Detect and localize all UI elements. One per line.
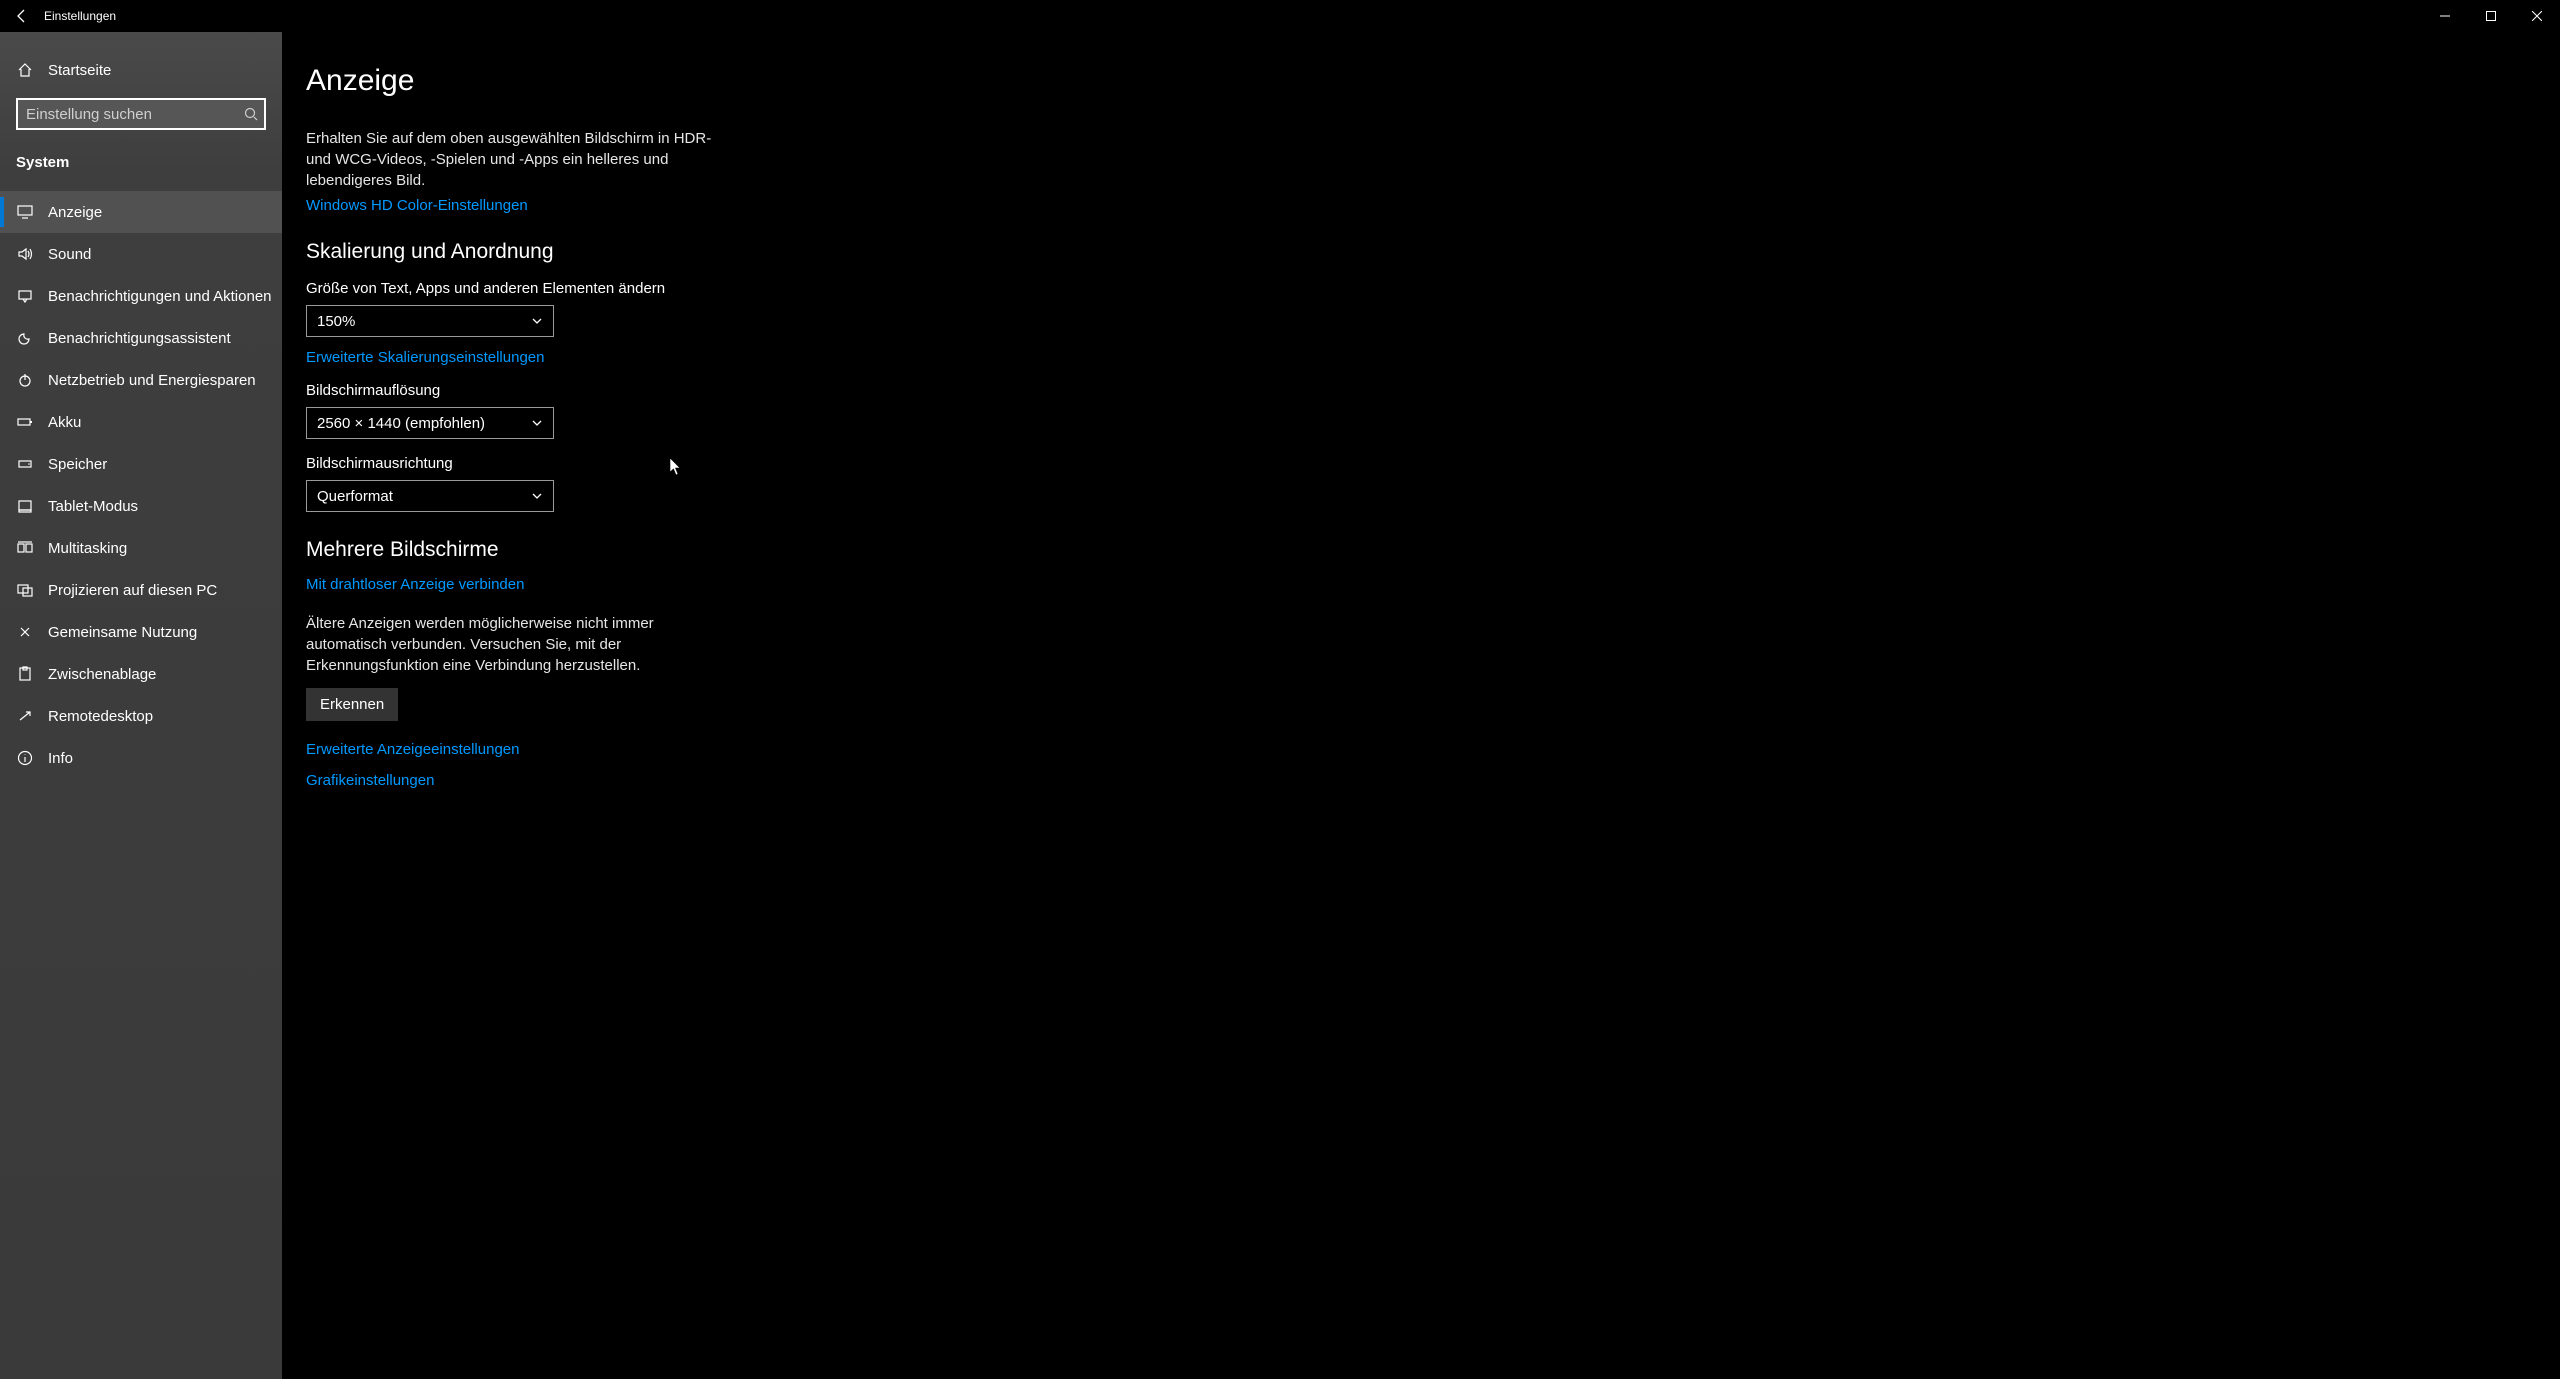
scaling-heading: Skalierung und Anordnung <box>306 240 1006 264</box>
focus-assist-icon <box>16 330 34 346</box>
sidebar-item-label: Benachrichtigungen und Aktionen <box>48 288 272 305</box>
shared-icon <box>16 624 34 640</box>
close-button[interactable] <box>2514 0 2560 32</box>
sound-icon <box>16 246 34 262</box>
hdr-settings-link[interactable]: Windows HD Color-Einstellungen <box>306 197 528 214</box>
chevron-down-icon <box>531 315 543 327</box>
sidebar-item-multitasking[interactable]: Multitasking <box>0 527 282 569</box>
sidebar-nav: Anzeige Sound Benachrichtigungen und Aktio… <box>0 191 282 779</box>
advanced-display-link[interactable]: Erweiterte Anzeigeeinstellungen <box>306 741 1006 758</box>
orientation-label: Bildschirmausrichtung <box>306 455 1006 472</box>
detect-description: Ältere Anzeigen werden möglicherweise ni… <box>306 613 726 676</box>
orientation-value: Querformat <box>317 488 393 505</box>
resolution-dropdown[interactable]: 2560 × 1440 (empfohlen) <box>306 407 554 439</box>
minimize-button[interactable] <box>2422 0 2468 32</box>
back-button[interactable] <box>0 0 44 32</box>
storage-icon <box>16 456 34 472</box>
graphics-settings-link[interactable]: Grafikeinstellungen <box>306 772 1006 789</box>
titlebar: Einstellungen <box>0 0 2560 32</box>
minimize-icon <box>2440 11 2450 21</box>
resolution-label: Bildschirmauflösung <box>306 382 1006 399</box>
sidebar-item-power[interactable]: Netzbetrieb und Energiesparen <box>0 359 282 401</box>
sidebar-item-label: Sound <box>48 246 91 263</box>
sidebar-item-label: Zwischenablage <box>48 666 156 683</box>
sidebar-item-shared[interactable]: Gemeinsame Nutzung <box>0 611 282 653</box>
home-label: Startseite <box>48 62 111 79</box>
sidebar-item-label: Anzeige <box>48 204 102 221</box>
sidebar-item-notifications[interactable]: Benachrichtigungen und Aktionen <box>0 275 282 317</box>
power-icon <box>16 372 34 388</box>
window-title: Einstellungen <box>44 9 116 23</box>
category-label: System <box>0 142 282 181</box>
sidebar-item-info[interactable]: Info <box>0 737 282 779</box>
display-icon <box>16 204 34 220</box>
notifications-icon <box>16 288 34 304</box>
settings-window: Einstellungen Startseite <box>0 0 2560 1379</box>
sidebar: Startseite System Anzeige Sound Benachrich… <box>0 32 282 1379</box>
sidebar-item-label: Akku <box>48 414 81 431</box>
maximize-button[interactable] <box>2468 0 2514 32</box>
battery-icon <box>16 414 34 430</box>
home-icon <box>16 62 34 78</box>
scale-label: Größe von Text, Apps und anderen Element… <box>306 280 1006 297</box>
window-controls <box>2422 0 2560 32</box>
wireless-display-link[interactable]: Mit drahtloser Anzeige verbinden <box>306 576 524 593</box>
sidebar-item-label: Projizieren auf diesen PC <box>48 582 217 599</box>
close-icon <box>2532 11 2542 21</box>
tablet-icon <box>16 498 34 514</box>
sidebar-item-label: Benachrichtigungsassistent <box>48 330 231 347</box>
sidebar-item-label: Info <box>48 750 73 767</box>
info-icon <box>16 750 34 766</box>
remote-icon <box>16 708 34 724</box>
page-title: Anzeige <box>306 64 1006 98</box>
orientation-dropdown[interactable]: Querformat <box>306 480 554 512</box>
detect-button[interactable]: Erkennen <box>306 688 398 721</box>
sidebar-item-storage[interactable]: Speicher <box>0 443 282 485</box>
advanced-scaling-link[interactable]: Erweiterte Skalierungseinstellungen <box>306 349 544 366</box>
sidebar-item-label: Speicher <box>48 456 107 473</box>
multitasking-icon <box>16 540 34 556</box>
chevron-down-icon <box>531 417 543 429</box>
sidebar-item-sound[interactable]: Sound <box>0 233 282 275</box>
sidebar-item-battery[interactable]: Akku <box>0 401 282 443</box>
sidebar-item-label: Multitasking <box>48 540 127 557</box>
hdr-description: Erhalten Sie auf dem oben ausgewählten B… <box>306 128 726 191</box>
maximize-icon <box>2486 11 2496 21</box>
sidebar-item-clipboard[interactable]: Zwischenablage <box>0 653 282 695</box>
sidebar-item-label: Gemeinsame Nutzung <box>48 624 197 641</box>
sidebar-item-focus-assist[interactable]: Benachrichtigungsassistent <box>0 317 282 359</box>
scale-value: 150% <box>317 313 355 330</box>
home-link[interactable]: Startseite <box>0 50 282 90</box>
content-area: Anzeige Erhalten Sie auf dem oben ausgew… <box>282 32 2560 1379</box>
sidebar-item-label: Remotedesktop <box>48 708 153 725</box>
resolution-value: 2560 × 1440 (empfohlen) <box>317 415 485 432</box>
sidebar-item-display[interactable]: Anzeige <box>0 191 282 233</box>
sidebar-item-label: Netzbetrieb und Energiesparen <box>48 372 256 389</box>
scale-dropdown[interactable]: 150% <box>306 305 554 337</box>
sidebar-item-label: Tablet-Modus <box>48 498 138 515</box>
sidebar-item-tablet[interactable]: Tablet-Modus <box>0 485 282 527</box>
search-input[interactable] <box>16 98 266 130</box>
clipboard-icon <box>16 666 34 682</box>
sidebar-item-project[interactable]: Projizieren auf diesen PC <box>0 569 282 611</box>
sidebar-item-remote[interactable]: Remotedesktop <box>0 695 282 737</box>
project-icon <box>16 582 34 598</box>
arrow-left-icon <box>14 8 30 24</box>
chevron-down-icon <box>531 490 543 502</box>
multi-displays-heading: Mehrere Bildschirme <box>306 538 1006 562</box>
